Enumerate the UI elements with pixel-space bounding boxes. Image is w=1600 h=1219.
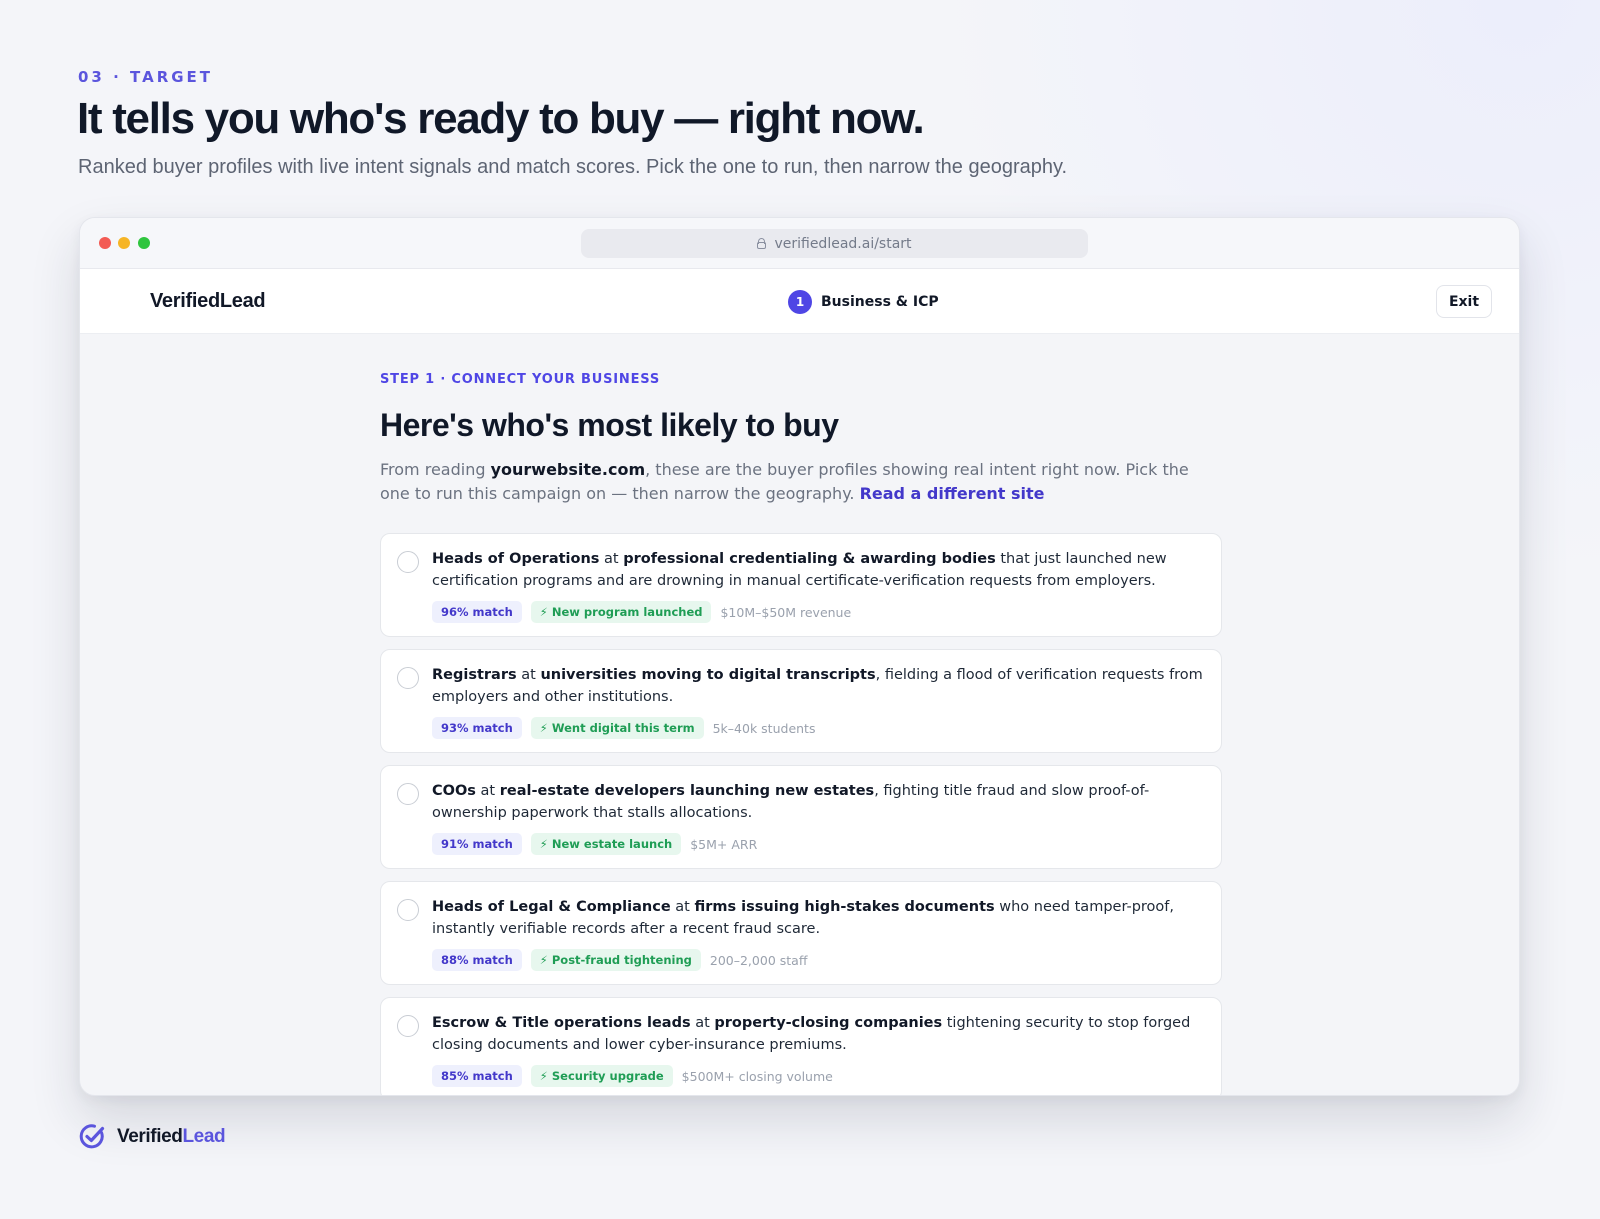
buyer-profile-card[interactable]: COOs at real-estate developers launching… — [380, 765, 1222, 869]
profile-description: Heads of Operations at professional cred… — [432, 548, 1207, 592]
profile-description: COOs at real-estate developers launching… — [432, 780, 1207, 824]
page-description: From reading yourwebsite.com, these are … — [380, 458, 1210, 506]
profile-meta: 200–2,000 staff — [709, 952, 808, 968]
profile-connector: at — [670, 899, 695, 915]
browser-window: verifiedlead.ai/start VerifiedLead 1 Bus… — [79, 217, 1520, 1096]
match-badge: 93% match — [432, 717, 522, 739]
profile-connector: at — [475, 783, 500, 799]
profile-connector: at — [690, 1015, 715, 1031]
profile-meta: $10M–$50M revenue — [720, 604, 852, 620]
profile-radio[interactable] — [397, 783, 419, 805]
buyer-profile-list: Heads of Operations at professional cred… — [380, 533, 1222, 1095]
stepper: 1 Business & ICP — [788, 290, 939, 314]
close-window-button[interactable] — [99, 237, 111, 249]
profile-segment: real-estate developers launching new est… — [499, 783, 875, 799]
buyer-profile-card[interactable]: Escrow & Title operations leads at prope… — [380, 997, 1222, 1095]
profile-role: Heads of Operations — [432, 551, 600, 567]
profile-connector: at — [516, 667, 541, 683]
profile-tags: 91% match ⚡ New estate launch $5M+ ARR — [432, 833, 757, 855]
buyer-profile-card[interactable]: Heads of Legal & Compliance at firms iss… — [380, 881, 1222, 985]
desc-prefix: From reading — [380, 460, 491, 479]
profile-description: Heads of Legal & Compliance at firms iss… — [432, 896, 1207, 940]
intent-signal-badge: ⚡ New program launched — [530, 601, 712, 623]
address-bar-url: verifiedlead.ai/start — [774, 235, 912, 252]
verified-check-icon — [79, 1124, 105, 1149]
profile-description: Registrars at universities moving to dig… — [432, 664, 1207, 708]
desc-site: yourwebsite.com — [490, 460, 646, 479]
profile-segment: professional credentialing & awarding bo… — [623, 551, 996, 567]
step-label: Business & ICP — [821, 294, 939, 310]
profile-role: Escrow & Title operations leads — [432, 1015, 691, 1031]
step-eyebrow: STEP 1 · CONNECT YOUR BUSINESS — [380, 372, 661, 387]
slide-subhead: Ranked buyer profiles with live intent s… — [78, 156, 1068, 178]
minimize-window-button[interactable] — [118, 237, 130, 249]
profile-meta: $500M+ closing volume — [681, 1068, 833, 1084]
page-title: Here's who's most likely to buy — [380, 407, 839, 443]
intent-signal-badge: ⚡ Security upgrade — [530, 1065, 673, 1087]
profile-segment: universities moving to digital transcrip… — [540, 667, 876, 683]
profile-tags: 88% match ⚡ Post-fraud tightening 200–2,… — [432, 949, 807, 971]
profile-meta: $5M+ ARR — [690, 836, 758, 852]
read-different-site-link[interactable]: Read a different site — [860, 484, 1045, 503]
profile-radio[interactable] — [397, 667, 419, 689]
profile-segment: property-closing companies — [714, 1015, 943, 1031]
match-badge: 88% match — [432, 949, 522, 971]
buyer-profile-card[interactable]: Heads of Operations at professional cred… — [380, 533, 1222, 637]
profile-tags: 85% match ⚡ Security upgrade $500M+ clos… — [432, 1065, 833, 1087]
intent-signal-badge: ⚡ Went digital this term — [530, 717, 704, 739]
footer-brand: VerifiedLead — [117, 1125, 226, 1148]
intent-signal-badge: ⚡ New estate launch — [530, 833, 682, 855]
lock-icon — [757, 238, 767, 249]
match-badge: 91% match — [432, 833, 522, 855]
slide-eyebrow: 03 · TARGET — [78, 68, 214, 86]
profile-role: Registrars — [432, 667, 517, 683]
profile-radio[interactable] — [397, 551, 419, 573]
profile-radio[interactable] — [397, 899, 419, 921]
exit-button[interactable]: Exit — [1436, 285, 1492, 318]
intent-signal-badge: ⚡ Post-fraud tightening — [530, 949, 701, 971]
profile-connector: at — [599, 551, 624, 567]
maximize-window-button[interactable] — [138, 237, 150, 249]
footer-brand-main: Verified — [117, 1125, 183, 1147]
address-bar[interactable]: verifiedlead.ai/start — [581, 229, 1088, 258]
profile-tags: 93% match ⚡ Went digital this term 5k–40… — [432, 717, 815, 739]
slide-headline: It tells you who's ready to buy — right … — [77, 94, 925, 143]
buyer-profile-card[interactable]: Registrars at universities moving to dig… — [380, 649, 1222, 753]
match-badge: 96% match — [432, 601, 522, 623]
profile-segment: firms issuing high-stakes documents — [694, 899, 995, 915]
app-header: VerifiedLead 1 Business & ICP Exit — [80, 269, 1519, 334]
app-brand[interactable]: VerifiedLead — [150, 290, 266, 313]
profile-tags: 96% match ⚡ New program launched $10M–$5… — [432, 601, 851, 623]
match-badge: 85% match — [432, 1065, 522, 1087]
step-number-badge: 1 — [788, 290, 812, 314]
profile-role: COOs — [432, 783, 476, 799]
profile-role: Heads of Legal & Compliance — [432, 899, 671, 915]
profile-radio[interactable] — [397, 1015, 419, 1037]
browser-titlebar: verifiedlead.ai/start — [80, 218, 1519, 269]
footer-logo: VerifiedLead — [79, 1123, 226, 1150]
profile-meta: 5k–40k students — [712, 720, 816, 736]
profile-description: Escrow & Title operations leads at prope… — [432, 1012, 1207, 1056]
footer-brand-accent: Lead — [182, 1125, 226, 1147]
